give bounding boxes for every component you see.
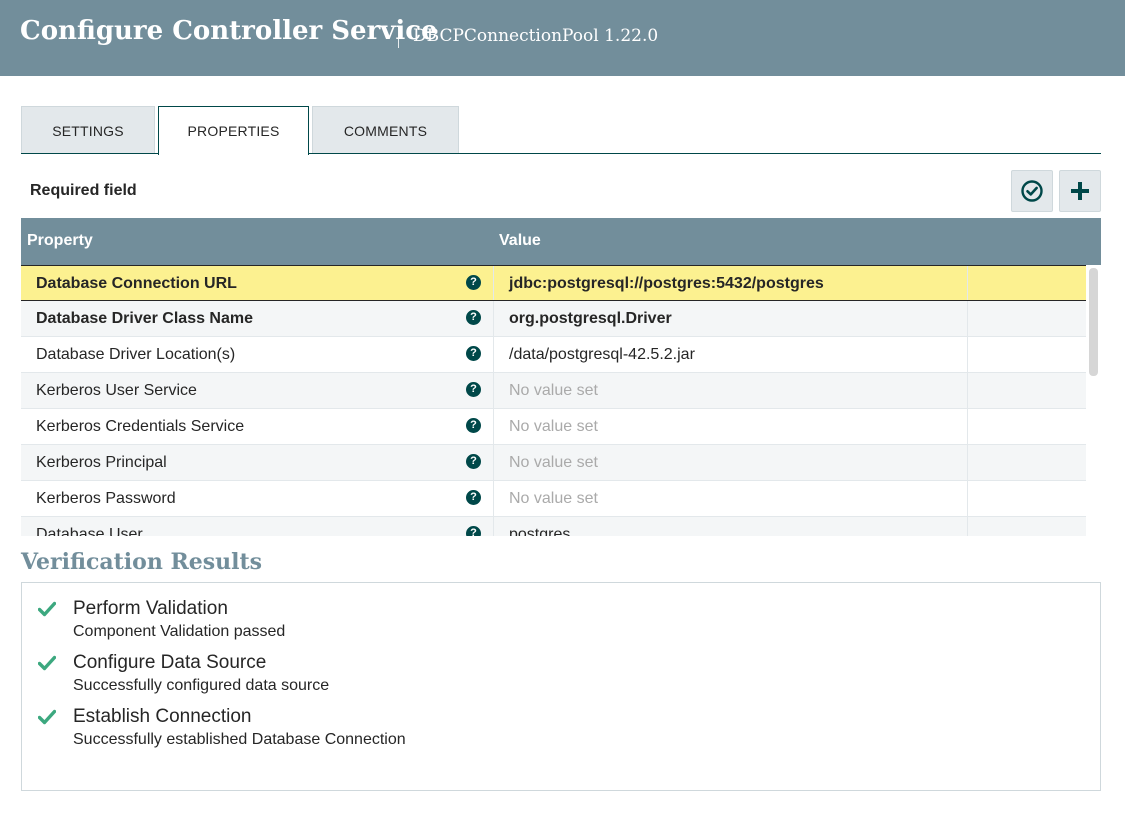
column-divider [967,445,968,480]
properties-table: Property Value Database Connection URL? j… [21,218,1101,536]
property-value[interactable]: /data/postgresql-42.5.2.jar [509,346,695,364]
header-divider [398,26,399,48]
property-value[interactable]: postgres [509,526,570,536]
dialog-header: Configure Controller Service DBCPConnect… [0,0,1125,76]
help-icon[interactable]: ? [466,454,481,469]
verification-item: Establish Connection Successfully establi… [22,693,1100,748]
plus-icon [1071,182,1089,200]
property-value[interactable]: org.postgresql.Driver [509,310,672,328]
check-icon [38,709,56,725]
column-divider [967,517,968,536]
property-name: Database User [36,526,143,536]
table-header: Property Value [21,218,1101,265]
property-value[interactable]: No value set [509,490,598,508]
help-icon[interactable]: ? [466,418,481,433]
column-divider [493,409,494,444]
column-divider [493,481,494,516]
property-value[interactable]: No value set [509,382,598,400]
table-row[interactable]: Database User? postgres [21,517,1086,536]
table-row[interactable]: Kerberos Principal? No value set [21,445,1086,481]
verification-step-name: Establish Connection [73,706,252,727]
column-divider [967,266,968,300]
property-name: Kerberos Principal [36,454,167,471]
column-divider [493,266,494,300]
verification-step-message: Successfully established Database Connec… [73,731,406,748]
tab-comments[interactable]: COMMENTS [312,106,459,154]
tab-bar: SETTINGS PROPERTIES COMMENTS [21,106,1101,155]
column-divider [967,301,968,336]
check-icon [38,655,56,671]
column-header-value[interactable]: Value [499,232,541,250]
check-circle-icon [1021,180,1043,202]
property-name: Kerberos Password [36,490,176,507]
table-row[interactable]: Kerberos User Service? No value set [21,373,1086,409]
verification-step-name: Perform Validation [73,598,228,619]
column-divider [493,337,494,372]
property-value[interactable]: jdbc:postgresql://postgres:5432/postgres [509,275,824,293]
column-divider [493,301,494,336]
add-property-button[interactable] [1059,170,1101,212]
help-icon[interactable]: ? [466,490,481,505]
help-icon[interactable]: ? [466,310,481,325]
table-row[interactable]: Database Connection URL? jdbc:postgresql:… [21,265,1086,301]
property-name: Kerberos Credentials Service [36,418,245,435]
column-divider [493,373,494,408]
column-divider [493,445,494,480]
table-row[interactable]: Kerberos Credentials Service? No value se… [21,409,1086,445]
verification-step-name: Configure Data Source [73,652,267,673]
verification-results-title: Verification Results [21,549,263,575]
verification-results-panel: Perform Validation Component Validation p… [21,582,1101,791]
table-scrollbar[interactable] [1089,268,1098,376]
help-icon[interactable]: ? [466,275,481,290]
property-value[interactable]: No value set [509,454,598,472]
tab-settings[interactable]: SETTINGS [21,106,155,154]
help-icon[interactable]: ? [466,346,481,361]
help-icon[interactable]: ? [466,526,481,536]
column-divider [967,409,968,444]
column-divider [967,481,968,516]
column-divider [493,517,494,536]
verification-item: Perform Validation Component Validation p… [22,585,1100,640]
verification-item: Configure Data Source Successfully config… [22,639,1100,694]
property-name: Database Connection URL [36,275,237,292]
column-divider [967,337,968,372]
property-value[interactable]: No value set [509,418,598,436]
table-row[interactable]: Database Driver Class Name? org.postgresq… [21,301,1086,337]
table-body: Database Connection URL? jdbc:postgresql:… [21,265,1086,536]
help-icon[interactable]: ? [466,382,481,397]
required-field-label: Required field [30,182,137,199]
table-row[interactable]: Database Driver Location(s)? /data/postgr… [21,337,1086,373]
column-divider [967,373,968,408]
table-row[interactable]: Kerberos Password? No value set [21,481,1086,517]
property-name: Database Driver Location(s) [36,346,236,363]
dialog-title: Configure Controller Service [20,16,438,46]
verify-button[interactable] [1011,170,1053,212]
tab-properties[interactable]: PROPERTIES [158,106,309,155]
property-name: Database Driver Class Name [36,310,254,327]
component-type-version: DBCPConnectionPool 1.22.0 [413,26,659,46]
property-name: Kerberos User Service [36,382,197,399]
check-icon [38,601,56,617]
column-header-property[interactable]: Property [27,232,93,250]
